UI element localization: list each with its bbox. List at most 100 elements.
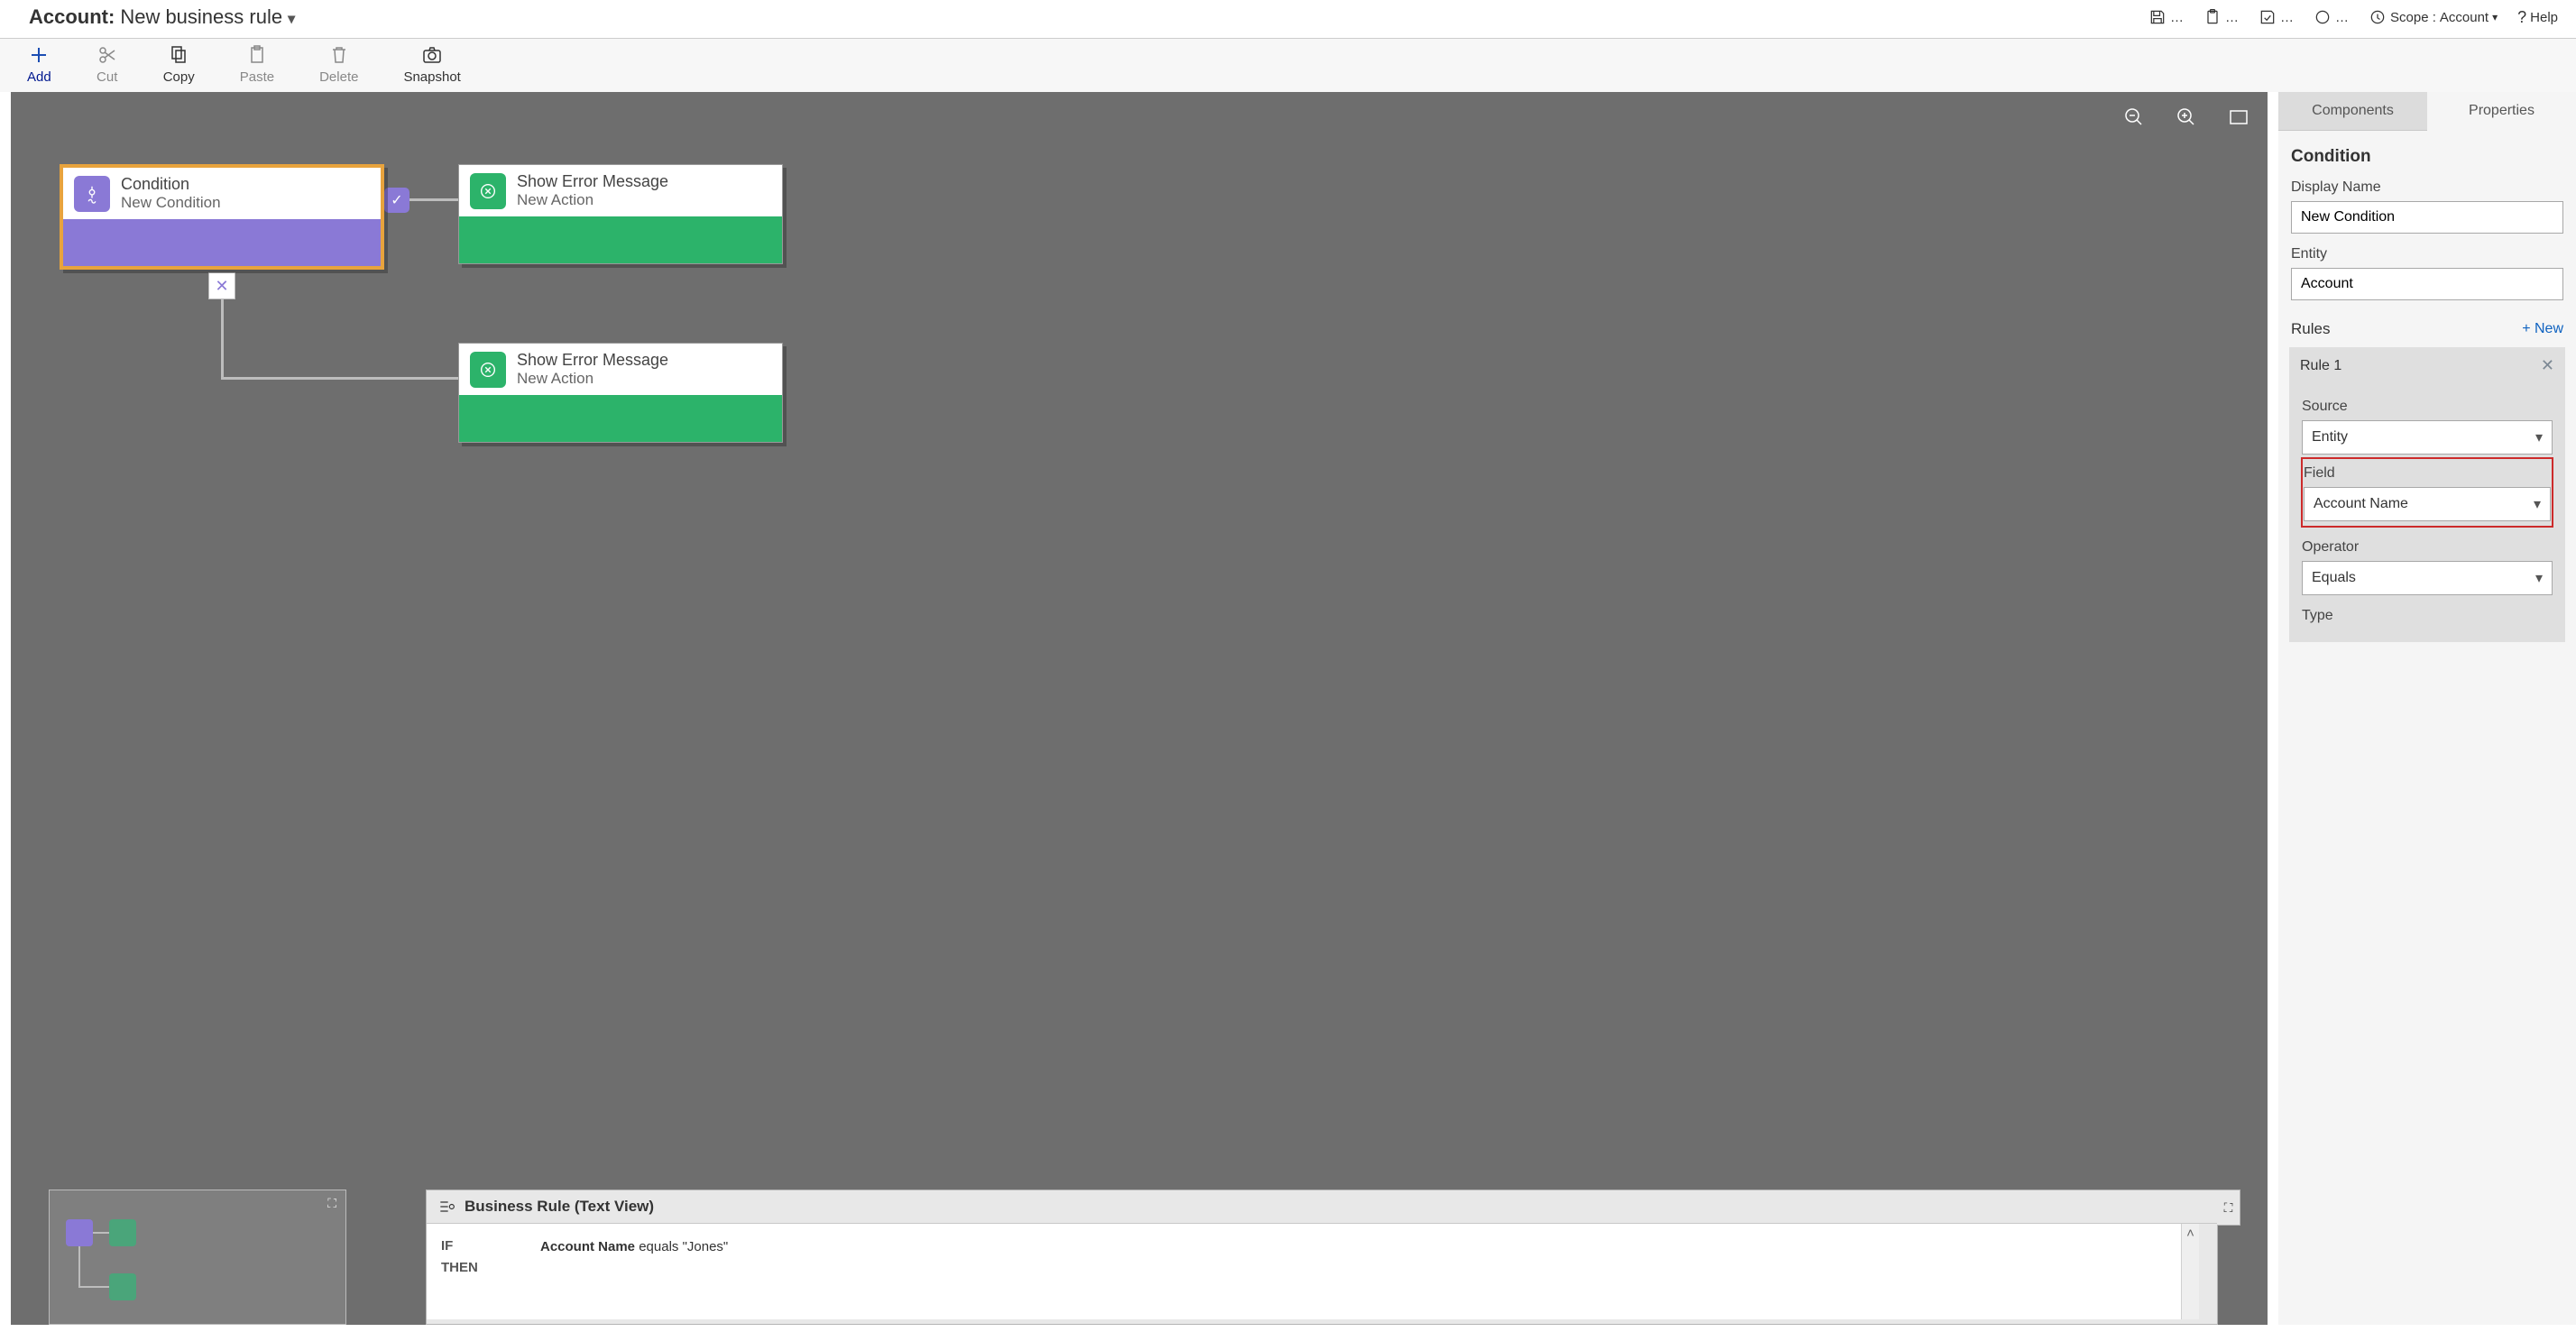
node-subtitle: New Action <box>517 191 668 209</box>
source-select[interactable]: Entity▾ <box>2302 420 2553 455</box>
rules-heading: Rules <box>2291 320 2330 338</box>
minimap-expand-icon[interactable]: ⛶ <box>327 1196 336 1211</box>
scope-value: Account <box>2440 10 2489 25</box>
paste-button[interactable]: Paste <box>240 44 274 85</box>
text-view-panel: ⛶ Business Rule (Text View) IF Account N… <box>426 1190 2218 1325</box>
if-keyword: IF <box>441 1238 453 1254</box>
clipboard-icon <box>2203 8 2222 26</box>
minimap[interactable]: ⛶ <box>49 1190 346 1325</box>
camera-icon <box>421 44 443 66</box>
source-label: Source <box>2302 399 2553 415</box>
node-title: Show Error Message <box>517 351 668 370</box>
node-subtitle: New Action <box>517 370 668 388</box>
node-strip <box>63 219 381 266</box>
operator-label: Operator <box>2302 539 2553 556</box>
save-check-icon <box>2259 8 2277 26</box>
minimap-node <box>109 1219 136 1246</box>
then-keyword: THEN <box>441 1260 478 1275</box>
main-area: ✓ ✕ Condition New Condition <box>0 92 2576 1325</box>
properties-panel: Components Properties Condition Display … <box>2278 92 2576 1325</box>
field-label: Field <box>2304 465 2551 482</box>
save-as-button[interactable]: … <box>2203 8 2239 26</box>
chevron-down-icon: ▾ <box>2534 495 2541 513</box>
connector-line <box>221 377 458 380</box>
display-name-input[interactable] <box>2291 201 2563 234</box>
plus-icon <box>28 44 50 66</box>
scroll-up-icon[interactable]: ˄ <box>2182 1224 2199 1242</box>
node-title: Condition <box>121 175 221 194</box>
rule-block: Rule 1 ✕ Source Entity▾ Field Account Na… <box>2289 347 2565 642</box>
node-subtitle: New Condition <box>121 194 221 212</box>
chevron-down-icon: ▾ <box>2492 11 2498 23</box>
action-node[interactable]: Show Error Message New Action <box>458 343 783 443</box>
list-settings-icon <box>437 1198 455 1216</box>
chevron-down-icon: ▾ <box>2535 428 2543 446</box>
minimap-node <box>109 1273 136 1300</box>
new-rule-button[interactable]: + New <box>2522 321 2563 337</box>
title-actions: … … … … Scope : Account ▾ ? Help <box>2148 8 2558 27</box>
copy-icon <box>168 44 189 66</box>
copy-button[interactable]: Copy <box>163 44 195 85</box>
activate-button[interactable]: … <box>2314 8 2349 26</box>
rule-close-button[interactable]: ✕ <box>2541 356 2554 375</box>
save-button[interactable]: … <box>2148 8 2184 26</box>
chevron-down-icon: ▾ <box>2535 569 2543 587</box>
help-label: Help <box>2530 10 2558 25</box>
canvas-controls <box>2123 106 2249 131</box>
text-view-header: Business Rule (Text View) <box>427 1190 2217 1224</box>
help-button[interactable]: ? Help <box>2517 8 2558 27</box>
chevron-down-icon: ▾ <box>288 10 295 28</box>
cut-button[interactable]: Cut <box>97 44 118 85</box>
action-node[interactable]: Show Error Message New Action <box>458 164 783 264</box>
delete-button[interactable]: Delete <box>319 44 358 85</box>
rule-name: New business rule <box>120 5 282 29</box>
scope-selector[interactable]: Scope : Account ▾ <box>2369 8 2498 26</box>
rule-title: Rule 1 <box>2300 358 2341 374</box>
text-view-body: IF Account Name equals "Jones" THEN ˄ <box>427 1224 2199 1319</box>
title-bar: Account: New business rule ▾ … … … … Sco… <box>0 0 2576 39</box>
scissors-icon <box>97 44 118 66</box>
minimap-node <box>66 1219 93 1246</box>
text-view-expand-button[interactable]: ⛶ <box>2217 1190 2240 1226</box>
designer-canvas[interactable]: ✓ ✕ Condition New Condition <box>11 92 2268 1325</box>
validate-button[interactable]: … <box>2259 8 2294 26</box>
add-button[interactable]: Add <box>27 44 51 85</box>
save-icon <box>2148 8 2167 26</box>
error-message-icon <box>470 352 506 388</box>
circle-icon <box>2314 8 2332 26</box>
node-strip <box>459 216 782 263</box>
condition-icon <box>74 176 110 212</box>
text-view-title: Business Rule (Text View) <box>465 1198 654 1216</box>
error-message-icon <box>470 173 506 209</box>
toolbar: Add Cut Copy Paste Delete Snapshot <box>0 39 2576 92</box>
properties-section-title: Condition <box>2291 147 2563 167</box>
type-label: Type <box>2302 608 2553 624</box>
zoom-out-button[interactable] <box>2123 106 2145 131</box>
field-select[interactable]: Account Name▾ <box>2304 487 2551 521</box>
tab-properties[interactable]: Properties <box>2427 92 2576 131</box>
snapshot-button[interactable]: Snapshot <box>403 44 460 85</box>
tab-components[interactable]: Components <box>2278 92 2427 131</box>
rule-title-dropdown[interactable]: Account: New business rule ▾ <box>29 5 295 29</box>
zoom-in-button[interactable] <box>2176 106 2197 131</box>
field-highlight: Field Account Name▾ <box>2302 458 2553 527</box>
minimap-line <box>78 1286 109 1288</box>
condition-text: Account Name equals "Jones" <box>540 1239 2181 1254</box>
connector-false-badge: ✕ <box>208 272 235 299</box>
node-title: Show Error Message <box>517 172 668 191</box>
question-icon: ? <box>2517 8 2526 27</box>
entity-label: Entity <box>2291 246 2563 262</box>
scope-label: Scope : <box>2390 10 2436 25</box>
paste-icon <box>246 44 268 66</box>
node-strip <box>459 395 782 442</box>
connector-true-badge: ✓ <box>384 188 409 213</box>
trash-icon <box>328 44 350 66</box>
text-view-scrollbar[interactable]: ˄ <box>2181 1224 2199 1319</box>
minimap-line <box>78 1246 80 1286</box>
condition-node[interactable]: Condition New Condition <box>60 164 384 270</box>
entity-input[interactable] <box>2291 268 2563 300</box>
operator-select[interactable]: Equals▾ <box>2302 561 2553 595</box>
scope-icon <box>2369 8 2387 26</box>
fit-screen-button[interactable] <box>2228 106 2249 131</box>
minimap-line <box>93 1232 109 1234</box>
